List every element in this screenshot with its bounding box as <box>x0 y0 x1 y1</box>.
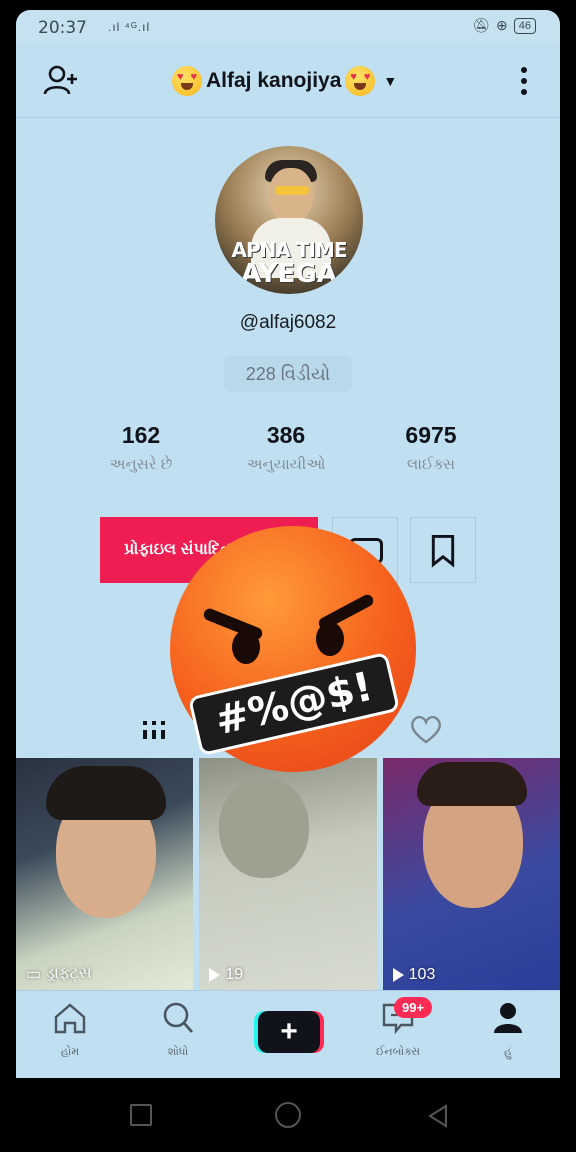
caret-down-icon: ▼ <box>383 73 398 89</box>
video-caption: 103 <box>392 966 435 984</box>
back-icon[interactable] <box>424 1102 452 1130</box>
followers-label: અનુયાયીઓ <box>246 456 326 473</box>
video-grid: ▭ ડ્રાફ્ટ્સ 19 103 <box>16 758 560 990</box>
play-icon <box>209 968 221 982</box>
account-name: Alfaj kanojiya <box>206 69 342 92</box>
drafts-icon: ▭ <box>26 966 42 983</box>
avatar-text: AYEGA <box>241 259 337 289</box>
heart-eyes-emoji-icon <box>345 66 376 96</box>
battery-icon: 46 <box>513 17 536 34</box>
heart-eyes-emoji-icon <box>172 66 202 96</box>
top-bar: Alfaj kanojiya ▼ <box>16 42 560 118</box>
recents-icon[interactable] <box>130 1104 152 1126</box>
phone-screen: 20:37 .ıl ⁴ᴳ.ıl 🔕︎ ⊕ 46 Alfaj kanojiya ▼ <box>0 0 576 1152</box>
profile-icon <box>494 1003 522 1033</box>
status-icons: 🔕︎ ⊕ 46 <box>472 17 536 34</box>
nav-home[interactable]: હોમ <box>30 1001 110 1059</box>
home-button-icon[interactable] <box>275 1102 301 1128</box>
search-icon <box>163 1002 194 1033</box>
videos-count-badge: 228 વિડીયો <box>224 356 352 392</box>
mute-bell-icon: 🔕︎ <box>472 17 491 33</box>
nav-label: શોધો <box>167 1046 189 1058</box>
nav-label: ઈનબોક્સ <box>375 1046 421 1058</box>
likes-label: લાઈક્સ <box>406 456 456 473</box>
add-user-icon[interactable] <box>42 62 80 100</box>
video-caption: ▭ ડ્રાફ્ટ્સ <box>26 965 92 983</box>
followers-stat[interactable]: 386 અનુયાયીઓ <box>221 422 351 473</box>
followers-count: 386 <box>266 422 306 448</box>
video-thumbnail[interactable]: ▭ ડ્રાફ્ટ્સ <box>16 758 194 990</box>
tab-videos-grid-icon[interactable] <box>134 710 174 746</box>
tab-liked-heart-icon[interactable] <box>406 710 446 746</box>
home-icon <box>54 1003 86 1034</box>
sticker-symbols: #%@$! <box>187 651 401 757</box>
nav-search[interactable]: શોધો <box>138 1001 218 1059</box>
more-options-icon[interactable] <box>514 64 534 98</box>
nav-label: હું <box>504 1046 512 1058</box>
inbox-badge: 99+ <box>394 997 433 1018</box>
username-handle: @alfaj6082 <box>239 312 337 333</box>
following-stat[interactable]: 162 અનુસરે છે <box>76 422 206 473</box>
angry-face-emoji-sticker: #%@$! <box>170 526 416 772</box>
video-caption: 19 <box>209 966 243 984</box>
play-icon <box>392 968 404 982</box>
likes-stat[interactable]: 6975 લાઈક્સ <box>366 422 496 473</box>
nav-me[interactable]: હું <box>468 1001 548 1059</box>
plus-icon: + <box>280 1015 298 1048</box>
stats-row: 162 અનુસરે છે 386 અનુયાયીઓ 6975 લાઈક્સ <box>76 422 496 482</box>
account-switcher[interactable]: Alfaj kanojiya ▼ <box>172 64 397 98</box>
likes-count: 6975 <box>405 422 457 448</box>
bookmark-icon <box>431 534 455 568</box>
signal-icon: .ıl ⁴ᴳ.ıl <box>108 20 151 34</box>
favorites-button[interactable] <box>410 517 476 583</box>
video-thumbnail[interactable]: 19 <box>199 758 377 990</box>
system-navigation-bar <box>0 1078 576 1152</box>
lock-icon: ⊕ <box>496 17 508 33</box>
create-video-button[interactable]: + <box>258 1011 320 1053</box>
status-bar: 20:37 .ıl ⁴ᴳ.ıl 🔕︎ ⊕ 46 <box>16 10 560 42</box>
following-label: અનુસરે છે <box>109 456 173 473</box>
bottom-nav: હોમ શોધો + ઈનબોક્સ 99+ હું <box>16 990 560 1078</box>
status-time: 20:37 <box>38 18 87 38</box>
following-count: 162 <box>121 422 161 448</box>
avatar[interactable]: APNA TIME AYEGA <box>215 146 363 294</box>
video-thumbnail[interactable]: 103 <box>382 758 560 990</box>
nav-label: હોમ <box>60 1046 80 1058</box>
